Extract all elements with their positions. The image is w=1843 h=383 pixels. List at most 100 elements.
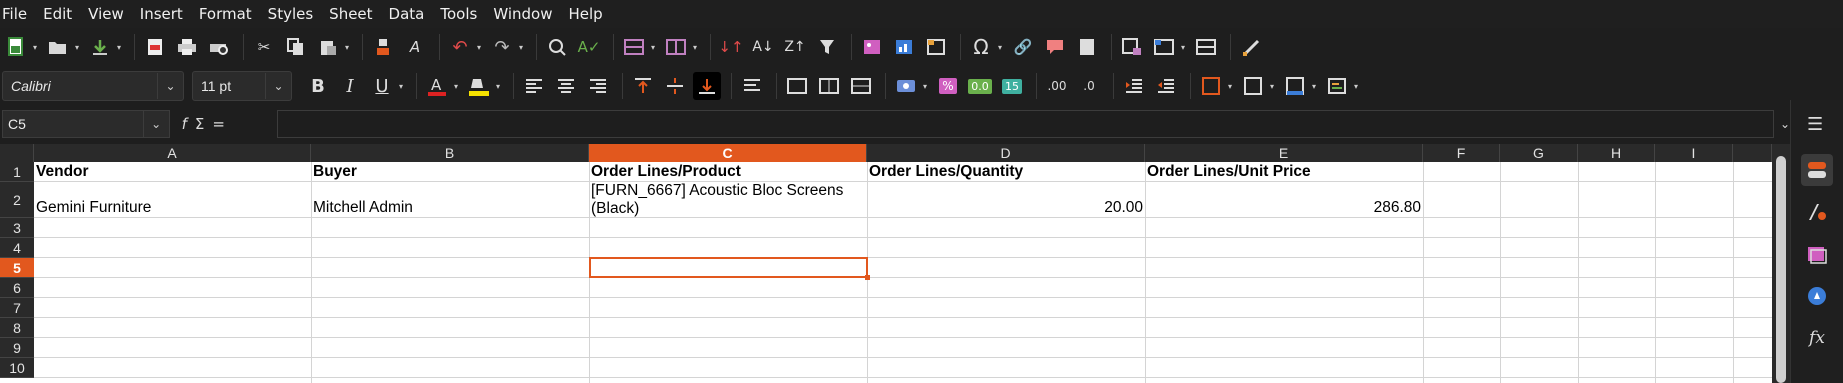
function-wizard-icon[interactable]: f <box>182 115 187 133</box>
fill-handle[interactable] <box>865 275 870 280</box>
cell-d2[interactable]: 20.00 <box>869 199 1143 217</box>
italic-button[interactable]: I <box>336 72 364 100</box>
redo-button[interactable]: ↷ ▾ <box>488 33 523 61</box>
percent-button[interactable]: % <box>934 72 962 100</box>
align-top-button[interactable] <box>629 72 657 100</box>
menu-help[interactable]: Help <box>560 0 610 28</box>
column-header-i[interactable]: I <box>1655 144 1733 162</box>
menu-format[interactable]: Format <box>191 0 260 28</box>
cell-c1[interactable]: Order Lines/Product <box>591 163 866 181</box>
merge-center-button[interactable] <box>783 72 811 100</box>
menu-tools[interactable]: Tools <box>432 0 485 28</box>
font-name-box[interactable]: Calibri ⌄ <box>2 71 184 101</box>
define-print-area-button[interactable] <box>1118 33 1146 61</box>
print-button[interactable] <box>173 33 201 61</box>
merge-cells-button[interactable] <box>815 72 843 100</box>
font-color-button[interactable]: A ▾ <box>423 72 458 100</box>
cell-c2[interactable]: [FURN_6667] Acoustic Bloc Screens (Black… <box>591 182 866 218</box>
menu-styles[interactable]: Styles <box>260 0 322 28</box>
menu-window[interactable]: Window <box>485 0 560 28</box>
sidebar-functions-button[interactable]: fx <box>1801 322 1833 354</box>
delete-decimal-button[interactable]: .0 <box>1075 72 1103 100</box>
date-button[interactable]: 15 <box>998 72 1026 100</box>
highlight-color-button[interactable]: ▾ <box>465 72 500 100</box>
header-footer-button[interactable] <box>1073 33 1101 61</box>
row-header-9[interactable]: 9 <box>0 338 34 358</box>
align-center-button[interactable] <box>552 72 580 100</box>
show-draw-functions-button[interactable] <box>1237 33 1265 61</box>
column-header-partial[interactable] <box>1733 144 1772 162</box>
spreadsheet-grid[interactable]: A B C D E F G H I 1 2 3 4 5 6 7 8 9 10 V… <box>0 144 1772 383</box>
comment-button[interactable] <box>1041 33 1069 61</box>
row-header-6[interactable]: 6 <box>0 278 34 298</box>
menu-edit[interactable]: Edit <box>35 0 80 28</box>
column-header-c[interactable]: C <box>589 144 867 162</box>
align-right-button[interactable] <box>584 72 612 100</box>
scrollbar-thumb[interactable] <box>1776 156 1786 383</box>
unmerge-cells-button[interactable] <box>847 72 875 100</box>
row-header-3[interactable]: 3 <box>0 218 34 238</box>
expand-formula-bar-icon[interactable]: ⌄ <box>1780 117 1790 131</box>
row-header-1[interactable]: 1 <box>0 162 34 182</box>
column-header-g[interactable]: G <box>1500 144 1578 162</box>
vertical-scrollbar[interactable] <box>1772 144 1790 383</box>
sidebar-navigator-button[interactable] <box>1801 280 1833 312</box>
sidebar-properties-button[interactable] <box>1801 154 1833 186</box>
align-left-button[interactable] <box>520 72 548 100</box>
cell-a1[interactable]: Vendor <box>36 163 310 181</box>
chevron-down-icon[interactable]: ⌄ <box>142 111 169 137</box>
decrease-indent-button[interactable] <box>1152 72 1180 100</box>
row-button[interactable]: ▾ <box>620 33 655 61</box>
menu-insert[interactable]: Insert <box>132 0 191 28</box>
row-header-5[interactable]: 5 <box>0 258 34 278</box>
chevron-down-icon[interactable]: ⌄ <box>157 73 183 99</box>
sum-icon[interactable]: Σ <box>195 115 204 133</box>
add-decimal-button[interactable]: .00 <box>1043 72 1071 100</box>
bold-button[interactable]: B <box>304 72 332 100</box>
column-header-d[interactable]: D <box>867 144 1145 162</box>
sidebar-gallery-button[interactable] <box>1801 238 1833 270</box>
chevron-down-icon[interactable]: ⌄ <box>265 73 291 99</box>
borders-button[interactable]: ▾ <box>1197 72 1232 100</box>
border-style-button[interactable]: ▾ <box>1239 72 1274 100</box>
column-header-b[interactable]: B <box>311 144 589 162</box>
column-header-h[interactable]: H <box>1578 144 1655 162</box>
column-header-f[interactable]: F <box>1423 144 1500 162</box>
undo-button[interactable]: ↶ ▾ <box>446 33 481 61</box>
new-button[interactable]: ▾ <box>2 33 37 61</box>
conditional-button[interactable]: ▾ <box>1323 72 1358 100</box>
save-button[interactable]: ▾ <box>86 33 121 61</box>
sort-ascending-button[interactable]: A↓ <box>749 33 777 61</box>
align-middle-button[interactable] <box>661 72 689 100</box>
spelling-button[interactable]: A✓ <box>575 33 603 61</box>
cell-b1[interactable]: Buyer <box>313 163 588 181</box>
sidebar-styles-button[interactable] <box>1801 196 1833 228</box>
underline-button[interactable]: U ▾ <box>368 72 403 100</box>
cell-b2[interactable]: Mitchell Admin <box>313 199 588 217</box>
row-header-2[interactable]: 2 <box>0 182 34 218</box>
menu-file[interactable]: File <box>0 0 35 28</box>
formula-input[interactable] <box>277 110 1774 138</box>
clone-format-button[interactable] <box>369 33 397 61</box>
cell-a2[interactable]: Gemini Furniture <box>36 199 310 217</box>
autofilter-button[interactable] <box>813 33 841 61</box>
menu-view[interactable]: View <box>80 0 132 28</box>
column-header-e[interactable]: E <box>1145 144 1423 162</box>
align-bottom-button[interactable] <box>693 72 721 100</box>
name-box[interactable]: C5 ⌄ <box>2 110 170 138</box>
export-pdf-button[interactable] <box>141 33 169 61</box>
increase-indent-button[interactable] <box>1120 72 1148 100</box>
special-character-button[interactable]: Ω ▾ <box>967 33 1002 61</box>
cell-cursor[interactable] <box>589 257 868 278</box>
row-header-7[interactable]: 7 <box>0 298 34 318</box>
clear-format-button[interactable]: A <box>401 33 429 61</box>
image-button[interactable] <box>858 33 886 61</box>
paste-button[interactable]: ▾ <box>314 33 349 61</box>
border-color-button[interactable]: ▾ <box>1281 72 1316 100</box>
open-button[interactable]: ▾ <box>44 33 79 61</box>
cell-d1[interactable]: Order Lines/Quantity <box>869 163 1144 181</box>
cell-e2[interactable]: 286.80 <box>1147 199 1421 217</box>
column-button[interactable]: ▾ <box>662 33 697 61</box>
cell-e1[interactable]: Order Lines/Unit Price <box>1147 163 1422 181</box>
copy-button[interactable] <box>282 33 310 61</box>
